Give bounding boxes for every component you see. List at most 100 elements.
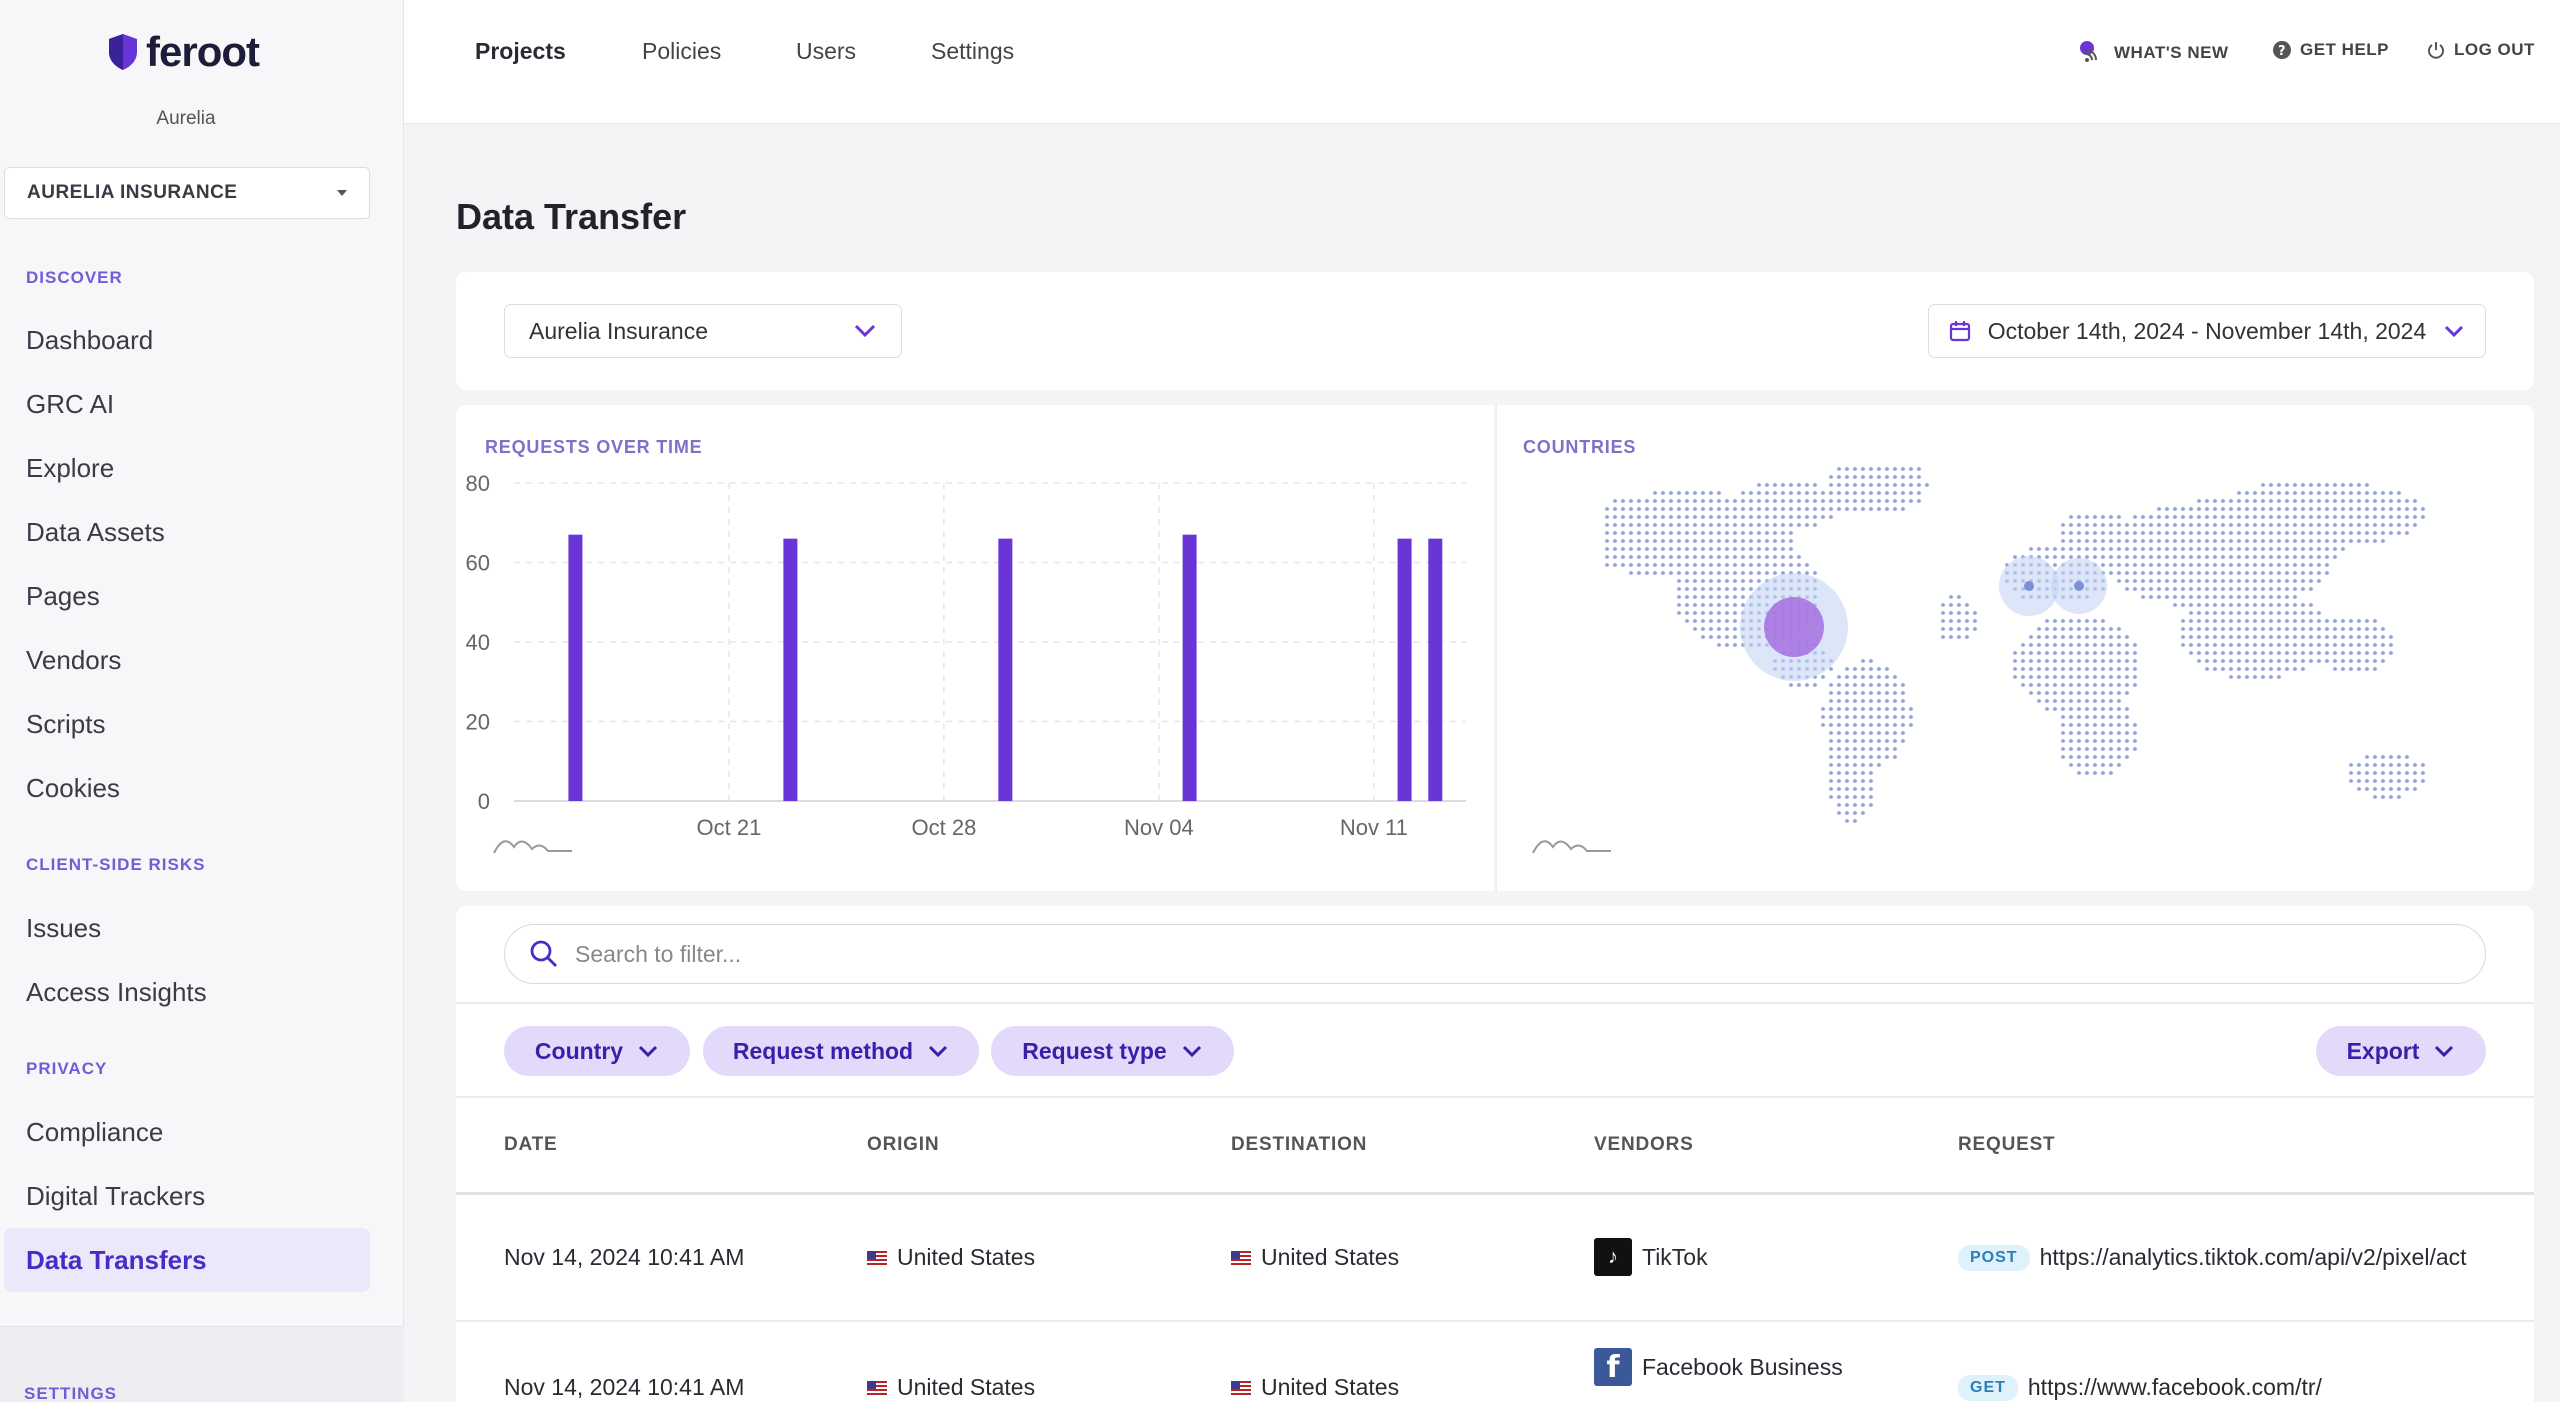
column-header-date[interactable]: DATE: [504, 1134, 558, 1156]
power-icon: [2428, 42, 2444, 59]
get-help-link[interactable]: ? GET HELP: [2272, 40, 2389, 60]
map-dot: [1741, 579, 1745, 583]
column-header-destination[interactable]: DESTINATION: [1231, 1134, 1367, 1156]
tab-projects[interactable]: Projects: [475, 38, 566, 65]
sidebar: feroot Aurelia AURELIA INSURANCE DISCOVE…: [0, 0, 404, 1402]
country-filter-chip[interactable]: Country: [504, 1026, 690, 1076]
sidebar-item-vendors[interactable]: Vendors: [26, 645, 121, 676]
map-dot: [1837, 747, 1841, 751]
map-dot: [2173, 595, 2177, 599]
us-flag-icon: [867, 1380, 887, 1395]
map-dot: [1845, 675, 1849, 679]
date-range-picker[interactable]: October 14th, 2024 - November 14th, 2024: [1928, 304, 2486, 358]
whats-new-link[interactable]: WHAT'S NEW: [2080, 40, 2229, 66]
map-dot: [2293, 555, 2297, 559]
project-select[interactable]: Aurelia Insurance: [504, 304, 902, 358]
sidebar-item-explore[interactable]: Explore: [26, 453, 114, 484]
map-dot: [2205, 619, 2209, 623]
map-dot: [1797, 563, 1801, 567]
export-button[interactable]: Export: [2316, 1026, 2486, 1076]
map-dot: [1717, 627, 1721, 631]
sidebar-item-pages[interactable]: Pages: [26, 581, 100, 612]
row-2-request[interactable]: GET https://www.facebook.com/tr/: [1958, 1374, 2322, 1401]
map-dot: [2301, 571, 2305, 575]
search-input[interactable]: [575, 940, 2375, 968]
map-dot: [2349, 531, 2353, 535]
map-dot: [1645, 571, 1649, 575]
sidebar-item-grc-ai[interactable]: GRC AI: [26, 389, 114, 420]
sidebar-item-scripts[interactable]: Scripts: [26, 709, 105, 740]
map-dot: [2133, 555, 2137, 559]
map-dot: [1861, 739, 1865, 743]
map-dot: [2253, 563, 2257, 567]
map-dot: [1693, 571, 1697, 575]
map-dot: [1941, 619, 1945, 623]
map-dot: [1845, 731, 1849, 735]
map-dot: [2189, 555, 2193, 559]
map-dot: [1757, 499, 1761, 503]
map-dot: [2237, 563, 2241, 567]
map-dot: [1709, 595, 1713, 599]
tab-users[interactable]: Users: [796, 38, 856, 65]
chart-bar: [1428, 538, 1443, 801]
map-dot: [1773, 531, 1777, 535]
tab-policies[interactable]: Policies: [642, 38, 721, 65]
map-dot: [2189, 563, 2193, 567]
row-2-vendor[interactable]: f Facebook Business: [1594, 1348, 1843, 1386]
log-out-link[interactable]: LOG OUT: [2426, 40, 2535, 60]
map-dot: [1717, 619, 1721, 623]
column-header-vendors[interactable]: VENDORS: [1594, 1134, 1694, 1156]
map-dot: [1669, 531, 1673, 535]
map-dot: [2029, 691, 2033, 695]
facebook-icon: f: [1594, 1348, 1632, 1386]
map-dot: [2373, 771, 2377, 775]
map-dot: [1637, 563, 1641, 567]
sidebar-item-compliance[interactable]: Compliance: [26, 1117, 163, 1148]
map-dot: [1957, 627, 1961, 631]
map-dot: [1701, 579, 1705, 583]
row-1-request[interactable]: POST https://analytics.tiktok.com/api/v2…: [1958, 1244, 2467, 1271]
map-dot: [2173, 507, 2177, 511]
sidebar-item-access-insights[interactable]: Access Insights: [26, 977, 207, 1008]
map-dot: [2309, 651, 2313, 655]
sidebar-item-cookies[interactable]: Cookies: [26, 773, 120, 804]
map-dot: [2293, 619, 2297, 623]
map-dot: [1733, 603, 1737, 607]
map-dot: [2229, 587, 2233, 591]
sidebar-item-digital-trackers[interactable]: Digital Trackers: [26, 1181, 205, 1212]
map-dot: [1701, 523, 1705, 527]
map-dot: [2093, 715, 2097, 719]
map-dot: [1853, 667, 1857, 671]
map-dot: [2309, 611, 2313, 615]
map-dot: [2109, 651, 2113, 655]
map-dot: [2341, 499, 2345, 503]
sidebar-item-data-assets[interactable]: Data Assets: [26, 517, 165, 548]
sidebar-item-data-transfers[interactable]: Data Transfers: [4, 1228, 370, 1292]
organization-select[interactable]: AURELIA INSURANCE: [4, 167, 370, 219]
map-dot: [2221, 523, 2225, 527]
column-header-request[interactable]: REQUEST: [1958, 1134, 2055, 1156]
map-dot: [1637, 531, 1641, 535]
search-bar[interactable]: [504, 924, 2486, 984]
map-dot: [1725, 619, 1729, 623]
map-dot: [2325, 515, 2329, 519]
map-dot: [1845, 795, 1849, 799]
sidebar-item-dashboard[interactable]: Dashboard: [26, 325, 153, 356]
map-dot: [2213, 587, 2217, 591]
map-dot: [2277, 531, 2281, 535]
sidebar-item-issues[interactable]: Issues: [26, 913, 101, 944]
column-header-origin[interactable]: ORIGIN: [867, 1134, 939, 1156]
map-dot: [2085, 635, 2089, 639]
map-dot: [2229, 523, 2233, 527]
map-dot: [1613, 531, 1617, 535]
tab-settings[interactable]: Settings: [931, 38, 1014, 65]
map-dot: [2349, 771, 2353, 775]
map-dot: [1877, 467, 1881, 471]
row-1-vendor[interactable]: ♪ TikTok: [1594, 1238, 1708, 1276]
request-type-filter-chip[interactable]: Request type: [991, 1026, 1234, 1076]
feroot-logo[interactable]: feroot: [106, 28, 260, 76]
map-dot: [1669, 491, 1673, 495]
map-dot: [1701, 611, 1705, 615]
map-dot: [1837, 699, 1841, 703]
request-method-filter-chip[interactable]: Request method: [703, 1026, 979, 1076]
